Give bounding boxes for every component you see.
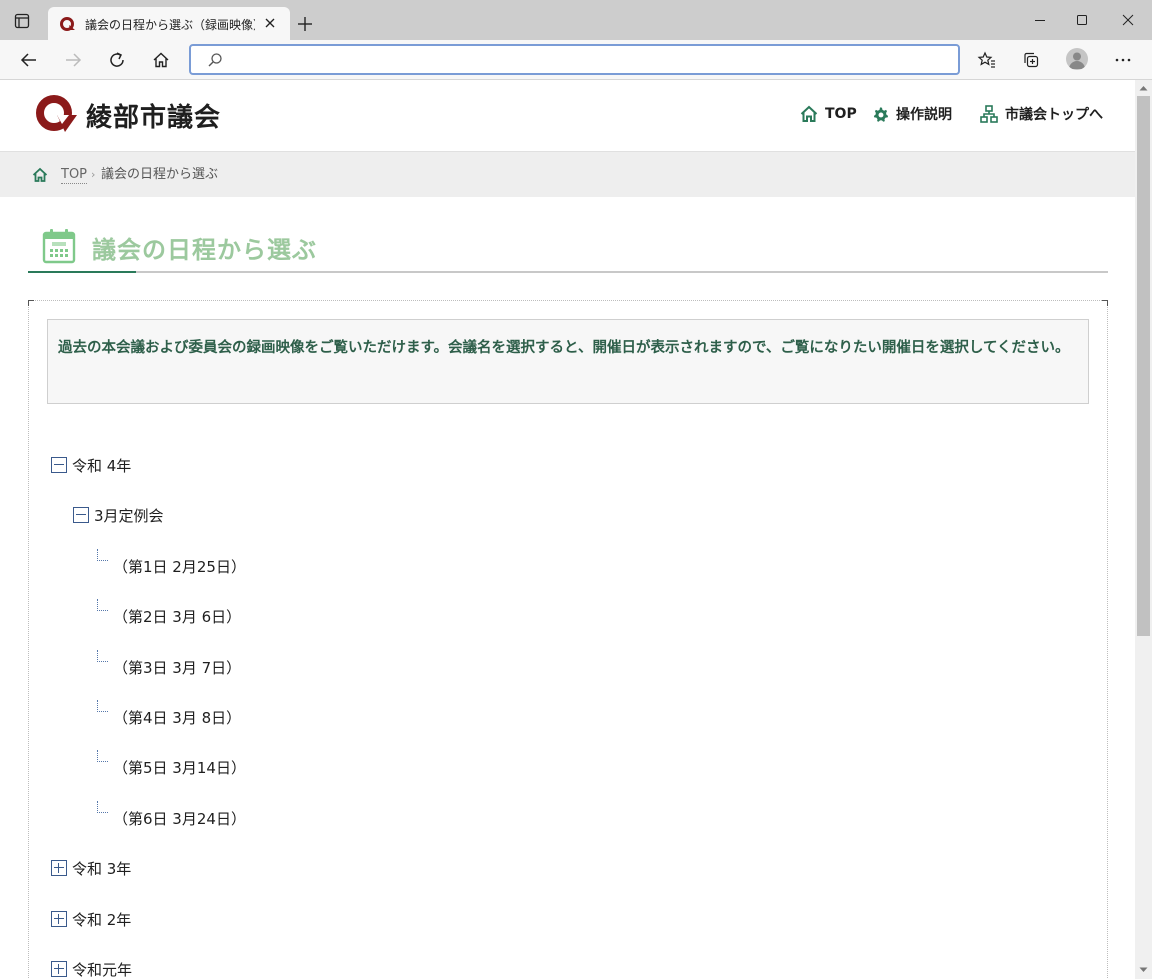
page-title: 議会の日程から選ぶ (92, 236, 317, 264)
calendar-icon (42, 229, 76, 264)
nav-council-top[interactable]: 市議会トップへ (980, 104, 1103, 124)
search-icon (208, 53, 222, 67)
expand-icon[interactable] (51, 860, 67, 876)
tree-year-label[interactable]: 令和元年 (72, 959, 132, 979)
breadcrumb-home-icon[interactable] (32, 167, 48, 183)
tree-day-2[interactable]: （第2日 3月 6日） (113, 605, 241, 627)
collapse-icon[interactable] (51, 457, 67, 473)
site-header: 綾部市議会 TOP 操作説明 市議会トップへ (0, 80, 1135, 151)
expand-icon[interactable] (51, 961, 67, 977)
tab-actions-icon[interactable] (14, 13, 30, 29)
tree-connector (97, 750, 108, 762)
close-tab-icon[interactable] (264, 17, 276, 29)
tree-year-label[interactable]: 令和 4年 (72, 455, 131, 476)
tree-day-label[interactable]: （第3日 3月 7日） (113, 657, 241, 678)
tree-connector (97, 549, 108, 561)
nav-council-top-label: 市議会トップへ (1005, 107, 1103, 123)
tree-year-r3[interactable]: 令和 3年 (51, 857, 131, 879)
close-window-icon[interactable] (1120, 12, 1136, 28)
breadcrumb-top-link[interactable]: TOP (61, 167, 88, 184)
tree-session-label[interactable]: 3月定例会 (94, 505, 164, 526)
collections-icon[interactable] (1021, 50, 1041, 70)
tree-day-1[interactable]: （第1日 2月25日） (113, 555, 246, 577)
new-tab-icon[interactable] (297, 16, 313, 32)
tree-day-label[interactable]: （第2日 3月 6日） (113, 606, 241, 627)
city-logo-icon[interactable] (35, 94, 79, 134)
tree-connector (97, 599, 108, 611)
tree-year-r1[interactable]: 令和元年 (51, 958, 132, 979)
tree-year-r4[interactable]: 令和 4年 (51, 454, 131, 476)
tree-day-3[interactable]: （第3日 3月 7日） (113, 656, 241, 678)
frame-corner (1102, 300, 1108, 306)
maximize-icon[interactable] (1074, 12, 1090, 28)
tree-year-r2[interactable]: 令和 2年 (51, 908, 131, 930)
tab-title: 議会の日程から選ぶ（録画映像） (85, 18, 255, 32)
tree-session-march[interactable]: 3月定例会 (73, 504, 164, 526)
tree-day-6[interactable]: （第6日 3月24日） (113, 807, 246, 829)
tree-connector (97, 801, 108, 813)
back-arrow-icon[interactable] (19, 50, 39, 70)
nav-top-label: TOP (825, 106, 857, 122)
sitemap-icon (980, 105, 998, 123)
tree-day-5[interactable]: （第5日 3月14日） (113, 756, 246, 778)
scrollbar-thumb[interactable] (1137, 96, 1150, 636)
home-icon (800, 105, 818, 122)
nav-top[interactable]: TOP (800, 104, 857, 124)
tree-day-4[interactable]: （第4日 3月 8日） (113, 706, 241, 728)
tree-connector (97, 700, 108, 712)
frame-corner (28, 300, 34, 306)
tree-day-label[interactable]: （第4日 3月 8日） (113, 707, 241, 728)
nav-help[interactable]: 操作説明 (872, 104, 952, 124)
breadcrumb: TOP › 議会の日程から選ぶ (0, 151, 1135, 197)
minimize-icon[interactable] (1032, 12, 1048, 28)
forward-arrow-icon[interactable] (63, 50, 83, 70)
home-button-icon[interactable] (151, 50, 171, 70)
browser-toolbar (0, 40, 1152, 80)
browser-tab[interactable]: 議会の日程から選ぶ（録画映像） (48, 7, 290, 40)
notice-box: 過去の本会議および委員会の録画映像をご覧いただけます。会議名を選択すると、開催日… (47, 319, 1089, 404)
profile-icon (1069, 52, 1085, 69)
browser-tab-bar: 議会の日程から選ぶ（録画映像） (0, 0, 1152, 40)
more-menu-icon[interactable] (1113, 50, 1133, 70)
title-divider (28, 271, 1108, 273)
nav-help-label: 操作説明 (896, 107, 952, 123)
favorites-icon[interactable] (977, 50, 997, 70)
collapse-icon[interactable] (73, 507, 89, 523)
address-bar[interactable] (189, 44, 960, 75)
page-viewport: 綾部市議会 TOP 操作説明 市議会トップへ TOP › 議会の日程から選ぶ 議… (0, 80, 1135, 979)
scroll-down-icon[interactable] (1138, 964, 1149, 975)
tree-year-label[interactable]: 令和 2年 (72, 909, 131, 930)
gear-icon (873, 106, 889, 122)
breadcrumb-separator: › (91, 168, 96, 181)
tree-day-label[interactable]: （第1日 2月25日） (113, 556, 246, 577)
tree-day-label[interactable]: （第5日 3月14日） (113, 757, 246, 778)
breadcrumb-current: 議会の日程から選ぶ (101, 167, 219, 182)
expand-icon[interactable] (51, 911, 67, 927)
refresh-icon[interactable] (107, 50, 127, 70)
site-name[interactable]: 綾部市議会 (86, 97, 221, 134)
scroll-up-icon[interactable] (1138, 83, 1149, 94)
profile-avatar[interactable] (1066, 48, 1088, 70)
title-divider-accent (28, 271, 136, 273)
tree-year-label[interactable]: 令和 3年 (72, 858, 131, 879)
site-favicon-icon (60, 17, 75, 31)
tree-connector (97, 650, 108, 662)
notice-text: 過去の本会議および委員会の録画映像をご覧いただけます。会議名を選択すると、開催日… (58, 340, 1070, 356)
tree-day-label[interactable]: （第6日 3月24日） (113, 808, 246, 829)
